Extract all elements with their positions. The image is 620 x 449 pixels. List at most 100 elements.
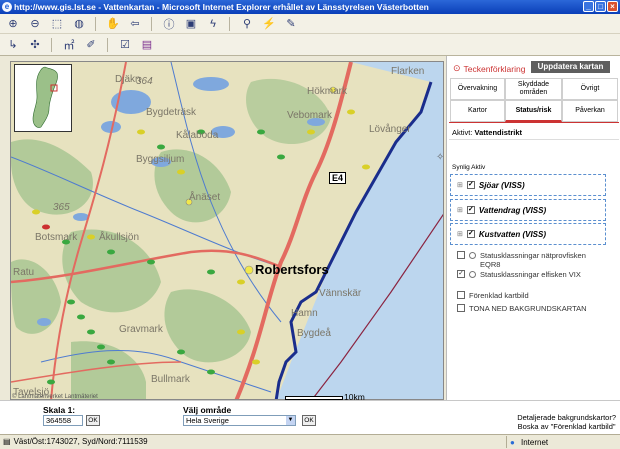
scale-input[interactable]: 364558 xyxy=(43,415,83,426)
xy-coordinate-icon[interactable]: ✣ xyxy=(26,37,44,53)
layer-option-label: Förenklad kartbild xyxy=(469,291,529,300)
lightning-icon[interactable]: ϟ xyxy=(204,16,222,32)
update-map-button[interactable]: Uppdatera kartan xyxy=(531,61,610,73)
expand-icon[interactable]: ⊞ xyxy=(457,206,463,214)
layer-panel: ⊙ Teckenförklaring Uppdatera kartan Över… xyxy=(446,56,620,400)
monitoring-point xyxy=(207,369,215,375)
zoom-out-icon[interactable]: ⊖ xyxy=(26,16,44,32)
place-label: Hamn xyxy=(291,308,318,319)
monitoring-point xyxy=(67,299,75,305)
status-left: ▤ Väst/Öst:1743027, Syd/Nord:7111539 xyxy=(3,435,148,448)
divider xyxy=(449,139,619,140)
page-icon: ▤ xyxy=(3,437,11,446)
place-label: Bullmark xyxy=(151,374,190,385)
tab-overvakning[interactable]: Övervakning xyxy=(450,78,505,100)
place-label: Byggsiljum xyxy=(136,154,185,165)
area-ok-button[interactable]: OK xyxy=(302,415,316,426)
find-icon[interactable]: ⚲ xyxy=(238,16,256,32)
visible-checkbox[interactable]: ✓ xyxy=(457,270,465,278)
measure-icon[interactable]: ✎ xyxy=(282,16,300,32)
monitoring-point xyxy=(252,359,260,365)
hyperlink-icon[interactable]: ⚡ xyxy=(260,16,278,32)
minimize-button[interactable]: _ xyxy=(583,1,594,12)
window-title-bar: e http://www.gis.lst.se - Vattenkartan -… xyxy=(0,0,620,14)
layer-group-sjoar[interactable]: ⊞ ✓ Sjöar (VISS) xyxy=(450,174,606,196)
tab-paverkan[interactable]: Påverkan xyxy=(562,100,618,122)
expand-icon[interactable]: ⊞ xyxy=(457,230,463,238)
area-measure-icon[interactable]: ㎡ xyxy=(60,37,78,53)
map-toolbar-row2: ↳ ✣ ㎡ ✐ ☑ ▤ xyxy=(0,34,620,56)
status-bar: ▤ Väst/Öst:1743027, Syd/Nord:7111539 Int… xyxy=(0,434,620,449)
layer-option-label: TONA NED BAKGRUNDSKARTAN xyxy=(469,304,587,313)
place-label: Åkullsjön xyxy=(99,232,140,243)
print-icon[interactable]: ▣ xyxy=(182,16,200,32)
toolbar-separator xyxy=(95,16,97,31)
monitoring-point xyxy=(137,129,145,135)
layer-group-label: Vattendrag (VISS) xyxy=(478,205,547,215)
monitoring-point xyxy=(237,279,245,285)
layer-group-label: Sjöar (VISS) xyxy=(478,180,525,190)
edit-icon[interactable]: ✐ xyxy=(82,37,100,53)
full-extent-icon[interactable]: ◍ xyxy=(70,16,88,32)
layer-option-natprovfisken[interactable]: Statusklassningar nätprovfisken EQR8 xyxy=(457,251,600,269)
active-layer-label: Aktivt: xyxy=(452,128,473,137)
road-number-label: 364 xyxy=(136,76,153,87)
monitoring-point xyxy=(87,234,95,240)
back-icon[interactable]: ⇦ xyxy=(126,16,144,32)
toolbar-separator xyxy=(107,37,109,52)
place-label: Bygdeträsk xyxy=(146,107,197,118)
monitoring-point xyxy=(207,269,215,275)
book-icon[interactable]: ▤ xyxy=(138,37,156,53)
coordinate-icon[interactable]: ↳ xyxy=(4,37,22,53)
layer-group-kustvatten[interactable]: ⊞ ✓ Kustvatten (VISS) xyxy=(450,223,606,245)
legend-link[interactable]: ⊙ Teckenförklaring xyxy=(453,63,525,74)
lake xyxy=(193,77,229,91)
window-title: http://www.gis.lst.se - Vattenkartan - M… xyxy=(14,2,429,12)
active-radio[interactable] xyxy=(469,252,476,259)
layer-group-vattendrag[interactable]: ⊞ ✓ Vattendrag (VISS) xyxy=(450,199,606,221)
zoom-in-icon[interactable]: ⊕ xyxy=(4,16,22,32)
maximize-button[interactable]: □ xyxy=(595,1,606,12)
tab-ovrigt[interactable]: Övrigt xyxy=(562,78,618,100)
visible-checkbox[interactable]: ✓ xyxy=(466,206,475,214)
forest-area xyxy=(11,139,93,215)
visible-checkbox[interactable]: ✓ xyxy=(466,230,475,238)
select-icon[interactable]: ☑ xyxy=(116,37,134,53)
scale-ok-button[interactable]: OK xyxy=(86,415,100,426)
monitoring-point xyxy=(347,109,355,115)
monitoring-point xyxy=(107,249,115,255)
overview-minimap[interactable] xyxy=(14,64,72,132)
layer-option-forenklad[interactable]: Förenklad kartbild xyxy=(457,291,589,300)
monitoring-point xyxy=(237,329,245,335)
close-button[interactable]: × xyxy=(607,1,618,12)
chevron-down-icon[interactable]: ▼ xyxy=(286,416,295,425)
internet-zone: Internet xyxy=(506,436,548,449)
visible-checkbox[interactable]: ✓ xyxy=(466,181,475,189)
place-label: Gravmark xyxy=(119,324,163,335)
visible-checkbox[interactable] xyxy=(457,251,465,259)
visible-checkbox[interactable] xyxy=(457,304,465,312)
map-canvas: ✧ xyxy=(11,62,443,399)
layer-option-tona-ned[interactable]: TONA NED BAKGRUNDSKARTAN xyxy=(457,304,589,313)
place-label: Vännskär xyxy=(319,288,362,299)
expand-icon[interactable]: ⊞ xyxy=(457,181,463,189)
road-sign-e4: E4 xyxy=(329,172,347,184)
tab-kartor[interactable]: Kartor xyxy=(450,100,505,122)
monitoring-point xyxy=(177,349,185,355)
area-select-value: Hela Sverige xyxy=(186,416,229,425)
area-select[interactable]: Hela Sverige ▼ xyxy=(183,415,296,426)
identify-icon[interactable]: ⓘ xyxy=(160,16,178,32)
place-label: Ånäset xyxy=(189,192,221,203)
pan-icon[interactable]: ✋ xyxy=(104,16,122,32)
active-radio[interactable] xyxy=(469,271,476,278)
window-controls: _ □ × xyxy=(583,1,618,12)
layer-option-elfisken[interactable]: ✓ Statusklassningar elfisken VIX xyxy=(457,270,600,279)
zoom-box-icon[interactable]: ⬚ xyxy=(48,16,66,32)
map-view[interactable]: ✧ Djäkn Bygdeträsk Kålaboda Byggsiljum Å… xyxy=(10,61,444,400)
tab-skyddade-omraden[interactable]: Skyddade områden xyxy=(505,78,562,100)
tab-status-risk[interactable]: Status/risk xyxy=(505,100,562,122)
visible-active-header: Synlig Aktiv xyxy=(452,164,486,171)
road-number-label: 365 xyxy=(53,202,70,213)
visible-checkbox[interactable] xyxy=(457,291,465,299)
legend-radio-icon: ⊙ xyxy=(453,63,461,73)
